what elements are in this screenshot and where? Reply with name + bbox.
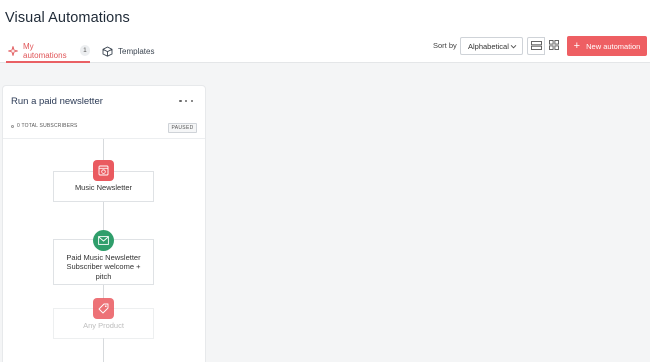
sparkle-icon: [8, 45, 18, 56]
tab-templates[interactable]: Templates: [102, 40, 154, 63]
top-header: Visual Automations My automations 1 Temp…: [0, 0, 650, 63]
cube-icon: [102, 46, 113, 57]
plus-icon: +: [573, 39, 581, 52]
tab-templates-label: Templates: [118, 47, 155, 56]
list-view-icon: [530, 37, 542, 55]
sort-select[interactable]: Alphabetical: [460, 37, 523, 55]
card-divider: [3, 138, 205, 139]
flow-node-label: Music Newsletter: [74, 182, 133, 192]
subscriber-count: 0 TOTAL SUBSCRIBERS: [11, 123, 78, 129]
email-icon: [93, 230, 114, 251]
tab-my-automations-label: My automations: [23, 41, 67, 60]
view-toggle: [527, 37, 563, 55]
automation-title[interactable]: Run a paid newsletter: [11, 96, 103, 107]
flow-connector: [103, 284, 104, 299]
grid-view-button[interactable]: [545, 37, 563, 55]
flow-node-label: Any Product: [83, 320, 124, 330]
flow-node-label: Paid Music Newsletter Subscriber welcome…: [66, 252, 141, 281]
new-automation-label: New automation: [586, 41, 641, 51]
status-badge: PAUSED: [168, 123, 197, 133]
chevron-down-icon: [510, 43, 517, 52]
grid-view-icon: [549, 37, 559, 55]
more-options-icon[interactable]: [179, 96, 193, 106]
subscriber-count-label: 0 TOTAL SUBSCRIBERS: [17, 123, 78, 129]
tab-my-automations[interactable]: My automations 1: [6, 40, 90, 63]
newsletter-icon: [93, 160, 114, 181]
subscriber-status-icon: [11, 124, 14, 128]
sort-select-value: Alphabetical: [468, 41, 509, 51]
automation-card[interactable]: Run a paid newsletter 0 TOTAL SUBSCRIBER…: [3, 86, 205, 362]
page-title: Visual Automations: [5, 10, 130, 26]
new-automation-button[interactable]: + New automation: [567, 36, 647, 56]
flow-connector: [103, 139, 104, 161]
automation-count-badge: 1: [79, 45, 90, 56]
flow-connector: [103, 338, 104, 362]
sort-label: Sort by: [433, 41, 457, 50]
tag-icon: [93, 298, 114, 319]
list-view-button[interactable]: [527, 37, 545, 55]
